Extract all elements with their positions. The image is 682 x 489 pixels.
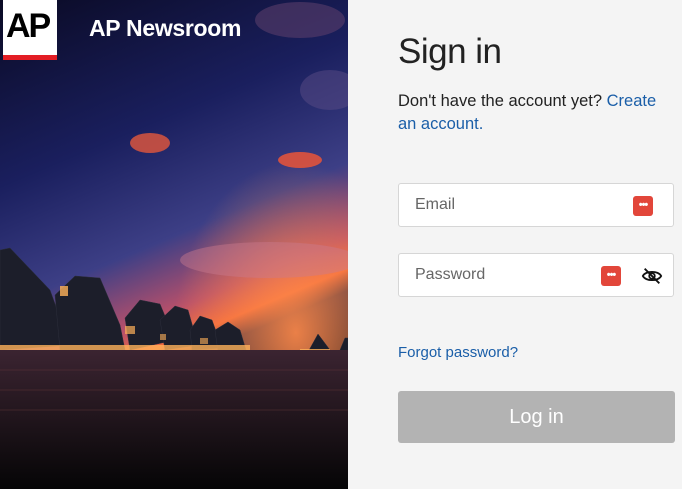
ap-logo-text: AP [6, 7, 51, 45]
password-field: ••• [398, 253, 674, 297]
ap-logo[interactable]: AP [3, 0, 57, 60]
forgot-password-link[interactable]: Forgot password? [398, 344, 518, 361]
email-input[interactable] [399, 184, 673, 226]
eye-slash-icon[interactable] [641, 265, 663, 287]
brand-name: AP Newsroom [89, 15, 242, 41]
signup-prompt-text: Don't have the account yet? [398, 92, 603, 110]
login-button[interactable]: Log in [398, 391, 675, 443]
password-manager-icon[interactable]: ••• [633, 196, 653, 216]
password-input[interactable] [399, 254, 673, 296]
page-title: Sign in [398, 32, 502, 71]
signup-prompt: Don't have the account yet? Create an ac… [398, 90, 668, 136]
email-field: ••• [398, 183, 674, 227]
sign-in-panel: Sign in Don't have the account yet? Crea… [348, 0, 682, 489]
sunset-waterfront-image [0, 0, 348, 489]
hero-image-panel: AP AP Newsroom [0, 0, 348, 489]
password-manager-icon[interactable]: ••• [601, 266, 621, 286]
ap-logo-accent-bar [3, 55, 57, 60]
